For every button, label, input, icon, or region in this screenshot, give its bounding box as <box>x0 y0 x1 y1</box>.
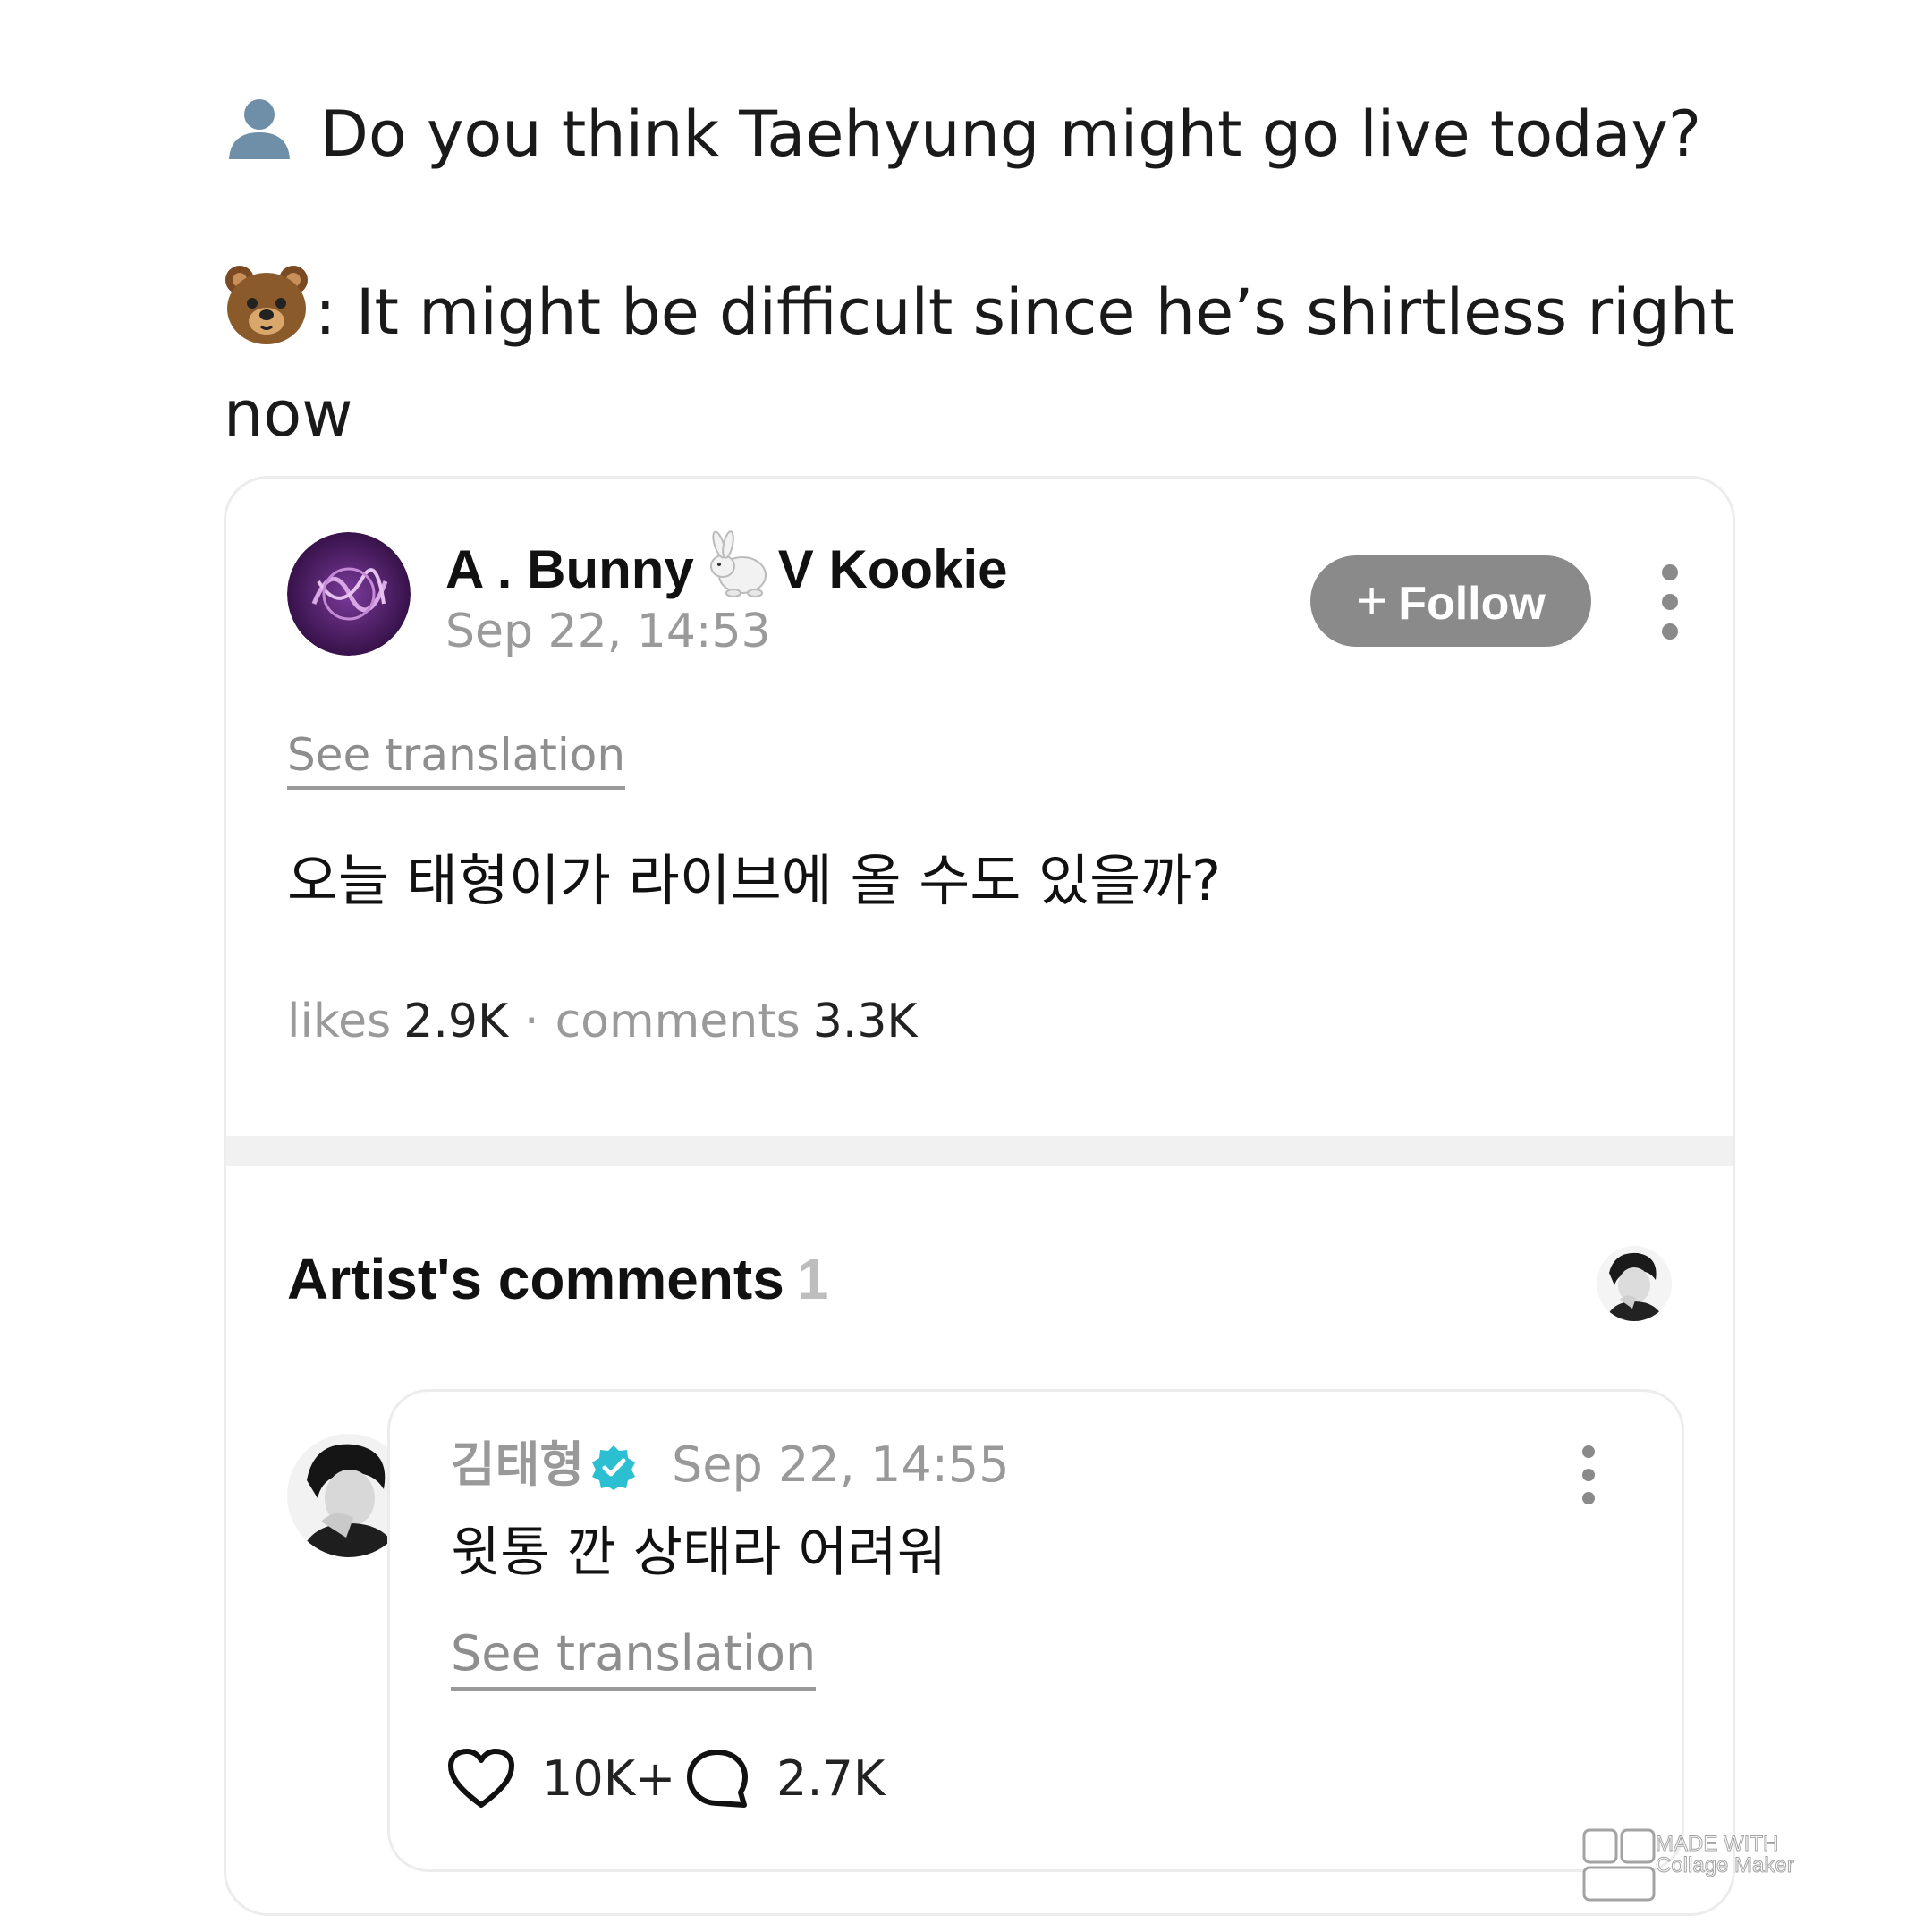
post-body: 오늘 태형이가 라이브에 올 수도 있을까? <box>287 848 1222 913</box>
comments-count: 3.3K <box>812 995 918 1048</box>
section-divider <box>226 1136 1733 1166</box>
likes-label: likes <box>287 995 392 1048</box>
post-timestamp: Sep 22, 14:53 <box>445 605 771 658</box>
answer-caption: : It might be difficult since he’s shirt… <box>224 264 1744 459</box>
post-stats: likes 2.9K · comments 3.3K <box>287 995 918 1048</box>
collage-maker-watermark: MADE WITH Collage Maker <box>1579 1825 1829 1914</box>
author-name[interactable]: A . Bunny V Kookie <box>445 530 1008 614</box>
comment-more-options-icon[interactable] <box>1580 1445 1597 1521</box>
rabbit-icon <box>701 530 771 614</box>
watermark-logo-icon <box>1582 1828 1656 1902</box>
bear-face-icon <box>224 264 309 369</box>
artist-comments-count: 1 <box>796 1247 829 1311</box>
follow-button[interactable]: + Follow <box>1310 555 1591 647</box>
comment-author[interactable]: 김태형 <box>451 1435 584 1496</box>
plus-icon: + <box>1356 571 1388 631</box>
person-silhouette-icon <box>224 91 295 186</box>
likes-count: 2.9K <box>403 995 509 1048</box>
question-caption: Do you think Taehyung might go live toda… <box>224 89 1744 186</box>
watermark-text: MADE WITH Collage Maker <box>1656 1832 1795 1877</box>
comments-label: comments <box>555 995 801 1048</box>
artist-comment-card: 김태형 Sep 22, 14:55 윗통 깐 상태라 어려워 See trans… <box>387 1389 1684 1872</box>
artist-comments-title: Artist's comments 1 <box>287 1247 829 1311</box>
post-card: A . Bunny V Kookie Sep 22, 14:53 + Follow… <box>224 476 1735 1916</box>
comment-timestamp: Sep 22, 14:55 <box>672 1436 1010 1493</box>
heart-icon[interactable] <box>447 1748 515 1810</box>
reply-bubble-icon[interactable] <box>685 1748 750 1810</box>
comment-like-count: 10K+ <box>542 1750 676 1807</box>
verified-badge-icon <box>590 1444 637 1490</box>
see-translation-link[interactable]: See translation <box>287 727 626 790</box>
artist-avatar-small[interactable] <box>1597 1246 1672 1321</box>
comment-reply-count: 2.7K <box>776 1750 886 1807</box>
author-avatar[interactable] <box>287 532 411 656</box>
answer-text: : It might be difficult since he’s shirt… <box>224 275 1734 451</box>
comment-see-translation-link[interactable]: See translation <box>451 1624 817 1690</box>
more-options-icon[interactable] <box>1661 564 1679 640</box>
question-text: Do you think Taehyung might go live toda… <box>320 97 1702 171</box>
comment-body: 윗통 깐 상태라 어려워 <box>451 1521 947 1584</box>
